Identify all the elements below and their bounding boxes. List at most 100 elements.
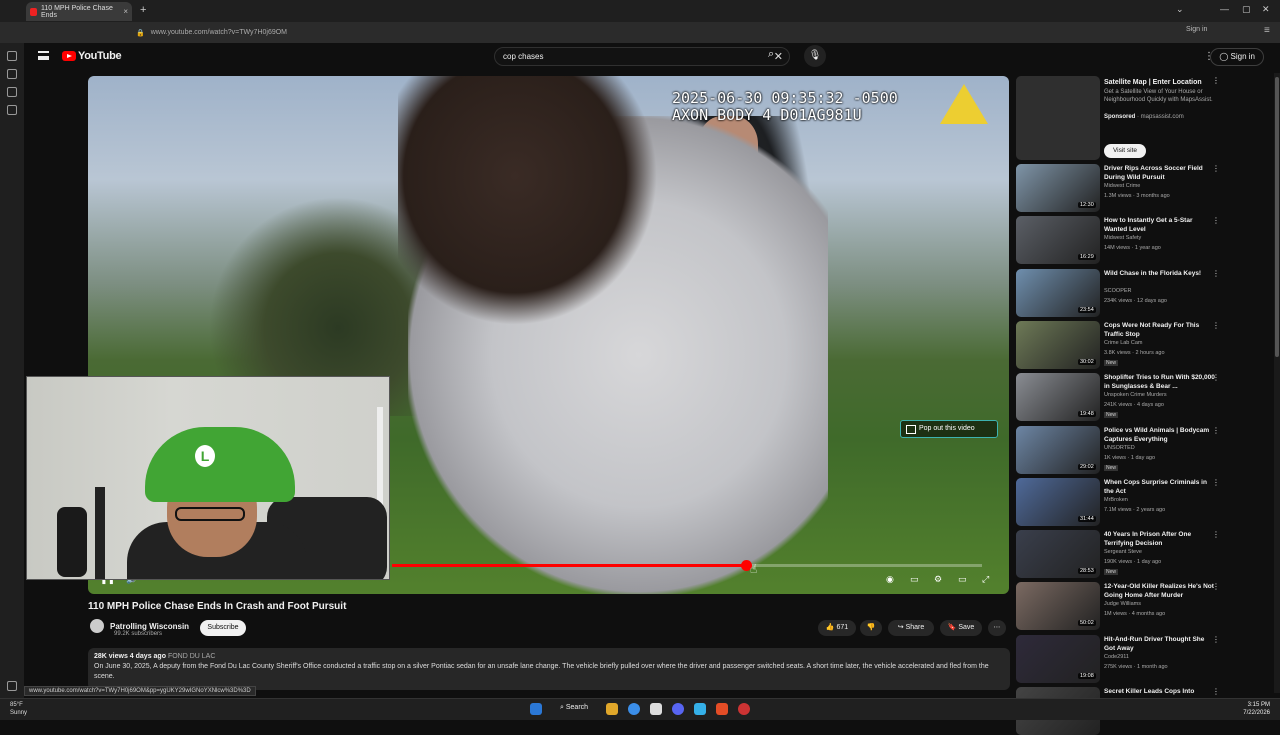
related-video-item[interactable]: 19:48 Shoplifter Tries to Run With $20,0… [1016,373,1246,422]
page-scrollbar[interactable] [1274,73,1280,693]
video-title[interactable]: 40 Years In Prison After One Terrifying … [1104,530,1216,548]
video-title[interactable]: Wild Chase in the Florida Keys! [1104,269,1216,278]
menu-icon[interactable] [38,51,49,60]
video-channel[interactable]: Crime Lab Cam [1104,340,1143,346]
location-tag[interactable]: FOND DU LAC [168,653,215,660]
video-channel[interactable]: SCOOPER [1104,288,1132,294]
video-channel[interactable]: UNSORTED [1104,445,1135,451]
related-video-item[interactable]: 12:30 Driver Rips Across Soccer Field Du… [1016,164,1246,212]
video-menu-icon[interactable]: ⋮ [1212,687,1220,696]
chrome-icon[interactable] [628,703,640,715]
video-title[interactable]: Secret Killer Leads Cops Into [1104,687,1216,696]
subscribe-button[interactable]: Subscribe [200,620,246,636]
weather-widget[interactable]: 85°F Sunny [10,701,27,717]
video-title[interactable]: Driver Rips Across Soccer Field During W… [1104,164,1216,182]
close-window-icon[interactable]: ✕ [1262,4,1270,15]
progress-bar[interactable] [392,560,982,571]
ad-menu-icon[interactable]: ⋮ [1212,76,1220,85]
description-box[interactable]: 28K views 4 days ago FOND DU LAC On June… [88,648,1010,690]
more-actions-icon[interactable]: ⋯ [988,620,1006,636]
video-channel[interactable]: Judge Williams [1104,601,1141,607]
tab-close-icon[interactable]: × [123,7,128,16]
video-menu-icon[interactable]: ⋮ [1212,426,1220,435]
video-menu-icon[interactable]: ⋮ [1212,530,1220,539]
video-title[interactable]: 12-Year-Old Killer Realizes He's Not Goi… [1104,582,1216,600]
dislike-button[interactable]: 👎 [860,620,882,636]
scrollbar-thumb[interactable] [1275,77,1279,357]
video-title[interactable]: Police vs Wild Animals | Bodycam Capture… [1104,426,1216,444]
related-video-item[interactable]: 31:44 When Cops Surprise Criminals in th… [1016,477,1246,526]
video-menu-icon[interactable]: ⋮ [1212,321,1220,330]
signin-button[interactable]: ◯ Sign in [1210,48,1264,66]
captions-icon[interactable]: ▭ [910,574,919,585]
firefox-icon[interactable] [716,703,728,715]
video-title[interactable]: When Cops Surprise Criminals in the Act [1104,478,1216,496]
sidebar-settings-icon[interactable] [7,681,17,691]
related-video-item[interactable]: 23:54 Wild Chase in the Florida Keys! SC… [1016,268,1246,317]
video-channel[interactable]: MrBroken [1104,497,1128,503]
taskbar-search[interactable]: ⌕ Search [560,704,588,712]
video-menu-icon[interactable]: ⋮ [1212,582,1220,591]
video-channel[interactable]: Midwest Crime [1104,183,1140,189]
video-menu-icon[interactable]: ⋮ [1212,164,1220,173]
sidebar-ai-icon[interactable] [7,51,17,61]
browser-tab[interactable]: 110 MPH Police Chase Ends × [26,2,132,21]
search-icon[interactable]: ⌕ [768,48,774,61]
settings-gear-icon[interactable]: ⚙ [934,574,942,585]
video-menu-icon[interactable]: ⋮ [1212,478,1220,487]
ad-title[interactable]: Satellite Map | Enter Location [1104,78,1214,87]
theater-mode-icon[interactable]: ▭ [958,574,967,585]
sponsored-ad[interactable]: Satellite Map | Enter Location Get a Sat… [1016,76,1246,160]
related-video-item[interactable]: 50:02 12-Year-Old Killer Realizes He's N… [1016,582,1246,631]
video-channel[interactable]: Sergeant Steve [1104,549,1142,555]
search-input[interactable]: cop chases ✕ [494,47,790,66]
related-video-item[interactable]: 19:08 Hit-And-Run Driver Thought She Got… [1016,634,1246,683]
video-channel[interactable]: Code2911 [1104,654,1129,660]
discord-icon[interactable] [672,703,684,715]
related-video-item[interactable]: 29:02 Police vs Wild Animals | Bodycam C… [1016,425,1246,474]
ad-thumbnail[interactable] [1016,76,1100,160]
sidebar-history-icon[interactable] [7,87,17,97]
sidebar-favorites-icon[interactable] [7,105,17,115]
video-menu-icon[interactable]: ⋮ [1212,373,1220,382]
start-icon[interactable] [530,703,542,715]
new-tab-icon[interactable]: + [140,4,146,16]
share-button[interactable]: ↪ Share [888,620,934,636]
save-button[interactable]: 🔖 Save [940,620,982,636]
video-title[interactable]: How to Instantly Get a 5-Star Wanted Lev… [1104,216,1216,234]
obs-icon[interactable] [738,703,750,715]
popout-video-button[interactable]: Pop out this video [900,420,998,438]
tab-list-icon[interactable]: ⌄ [1176,4,1184,15]
video-channel[interactable]: Midwest Safety [1104,235,1141,241]
clock[interactable]: 3:15 PM 7/22/2026 [1243,701,1270,717]
video-menu-icon[interactable]: ⋮ [1212,216,1220,225]
address-field[interactable]: 🔒 www.youtube.com/watch?v=TWy7H0j69OM [136,25,1136,40]
related-video-item[interactable]: 30:02 Cops Were Not Ready For This Traff… [1016,320,1246,369]
maximize-icon[interactable]: ▢ [1242,4,1251,15]
clear-search-icon[interactable]: ✕ [774,50,783,63]
channel-avatar[interactable] [90,619,104,633]
video-title[interactable]: Cops Were Not Ready For This Traffic Sto… [1104,321,1216,339]
browser-menu-icon[interactable]: ≡ [1264,25,1270,36]
video-menu-icon[interactable]: ⋮ [1212,269,1220,278]
video-title[interactable]: Shoplifter Tries to Run With $20,000 in … [1104,373,1216,391]
related-video-item[interactable]: 16:29 How to Instantly Get a 5-Star Want… [1016,216,1246,265]
browser-signin[interactable]: Sign in [1186,26,1207,33]
sidebar-collections-icon[interactable] [7,69,17,79]
video-title[interactable]: Hit-And-Run Driver Thought She Got Away [1104,635,1216,653]
like-button[interactable]: 👍 671 [818,620,856,636]
minimize-icon[interactable]: — [1220,4,1229,14]
fullscreen-icon[interactable]: ⤢ [982,574,989,585]
channel-name[interactable]: Patrolling Wisconsin [110,622,189,631]
related-video-item[interactable]: 28:53 40 Years In Prison After One Terri… [1016,530,1246,579]
file-explorer-icon[interactable] [606,703,618,715]
youtube-logo[interactable]: YouTube [62,50,122,62]
channel-info[interactable]: Patrolling Wisconsin 99.2K subscribers [90,619,189,637]
voice-search-icon[interactable]: 🎙 [804,45,826,67]
edge-icon[interactable] [694,703,706,715]
autoplay-toggle-icon[interactable]: ◉ [886,574,894,585]
video-menu-icon[interactable]: ⋮ [1212,635,1220,644]
calculator-icon[interactable] [650,703,662,715]
visit-site-button[interactable]: Visit site [1104,144,1146,158]
video-channel[interactable]: Unspoken Crime Murders [1104,392,1167,398]
